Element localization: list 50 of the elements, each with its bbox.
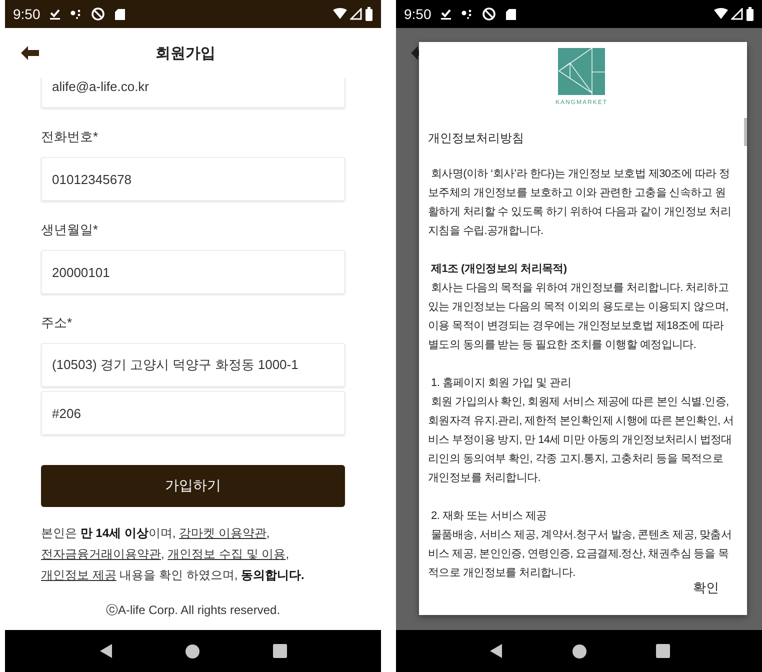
policy-text: 회사는 다음의 목적을 위하여 개인정보를 처리합니다. 처리하고 있는 개인정보는 다음의 목적 이외의 용도로는 이용되지 않으며, 이용 목적이 변경되는 경우에는 개인정보보호법 제18조에 따라 별도의 동의를 받는 등 필요한 조치를 이행할 예정입니다.: [428, 281, 730, 353]
article-heading: 제1조 (개인정보의 처리목적): [430, 262, 568, 277]
recents-icon[interactable]: [272, 644, 287, 658]
signup-button[interactable]: 가입하기: [41, 465, 345, 507]
field-label: 주소*: [41, 314, 74, 332]
item-heading: 2. 재화 또는 서비스 제공: [430, 509, 548, 524]
battery-icon: [365, 7, 373, 21]
copyright-text: ⓒA-life Corp. All rights reserved.: [104, 602, 282, 619]
input-field[interactable]: 20000101: [41, 250, 345, 294]
back-icon[interactable]: [99, 643, 114, 659]
back-arrow-icon[interactable]: [20, 45, 40, 61]
policy-text: 회원 가입의사 확인, 회원제 서비스 제공에 따른 본인 식별.인증, 회원자격 유지.관리, 제한적 본인확인제 시행에 따른 본인확인, 서비스 부정이용 방지, 만 14세 미만 아동의 개인정보처리시 법정대리인의 동의여부 확인, 각종 고지.통지, 고충처리 등을 목적으로 개인정보를 처리합니다.: [428, 395, 735, 486]
terms-link[interactable]: 개인정보 수집 및 이용: [168, 547, 286, 561]
status-time: 9:50: [404, 6, 432, 22]
confirm-button[interactable]: 확인: [693, 579, 719, 597]
scrollbar: [744, 118, 747, 146]
item-heading: 1. 홈페이지 회원 가입 및 관리: [430, 376, 572, 391]
input-field[interactable]: alife@a-life.co.kr: [41, 78, 345, 108]
page-title: 회원가입: [154, 44, 216, 62]
agreement-text: 본인은 만 14세 이상이며, 강마켓 이용약관, 전자금융거래이용약관, 개인정보 수집 및 이용, 개인정보 제공 내용을 확인 하였으며, 동의합니다.: [41, 525, 306, 584]
back-icon[interactable]: [488, 643, 502, 659]
policy-text: 회사명(이하 ‘회사’라 한다)는 개인정보 보호법 제30조에 따라 정보주체의 개인정보를 보호하고 이와 관련한 고충을 신속하고 원활하게 처리할 수 있도록 하기 위하여 다음과 같이 개인정보 처리지침을 수립.공개합니다.: [428, 167, 732, 239]
wifi-icon: [333, 8, 347, 20]
terms-link[interactable]: 전자금융거래이용약관: [41, 547, 161, 561]
signal-icon: [350, 8, 362, 20]
field-label: 생년월일*: [41, 221, 100, 239]
dots-icon: [461, 8, 474, 20]
battery-icon: [746, 7, 754, 21]
signal-icon: [731, 8, 743, 20]
status-time: 9:50: [13, 6, 40, 22]
do-not-disturb-icon: [91, 7, 106, 21]
terms-link[interactable]: 강마켓 이용약관: [179, 526, 266, 540]
sd-card-icon: [505, 8, 518, 20]
input-field[interactable]: (10503) 경기 고양시 덕양구 화정동 1000-1: [41, 343, 345, 387]
home-icon[interactable]: [572, 644, 586, 658]
policy-text: 물품배송, 서비스 제공, 계약서.청구서 발송, 콘텐츠 제공, 맞춤서비스 제공, 본인인증, 연령인증, 요금결제.정산, 채권추심 등을 목적으로 개인정보를 처리합니다.: [428, 528, 733, 581]
dots-icon: [70, 8, 82, 20]
input-field[interactable]: #206: [41, 391, 345, 435]
home-icon[interactable]: [185, 644, 200, 658]
do-not-disturb-icon: [482, 7, 496, 21]
dialog-title: 개인정보처리방침: [428, 130, 525, 147]
download-done-icon: [440, 8, 452, 20]
sd-card-icon: [114, 8, 126, 20]
input-field[interactable]: 01012345678: [41, 157, 345, 201]
terms-link[interactable]: 개인정보 제공: [41, 568, 116, 582]
download-done-icon: [49, 8, 62, 20]
recents-icon[interactable]: [656, 644, 670, 658]
field-label: 전화번호*: [41, 128, 100, 146]
logo-icon: [558, 48, 605, 95]
wifi-icon: [714, 8, 728, 20]
